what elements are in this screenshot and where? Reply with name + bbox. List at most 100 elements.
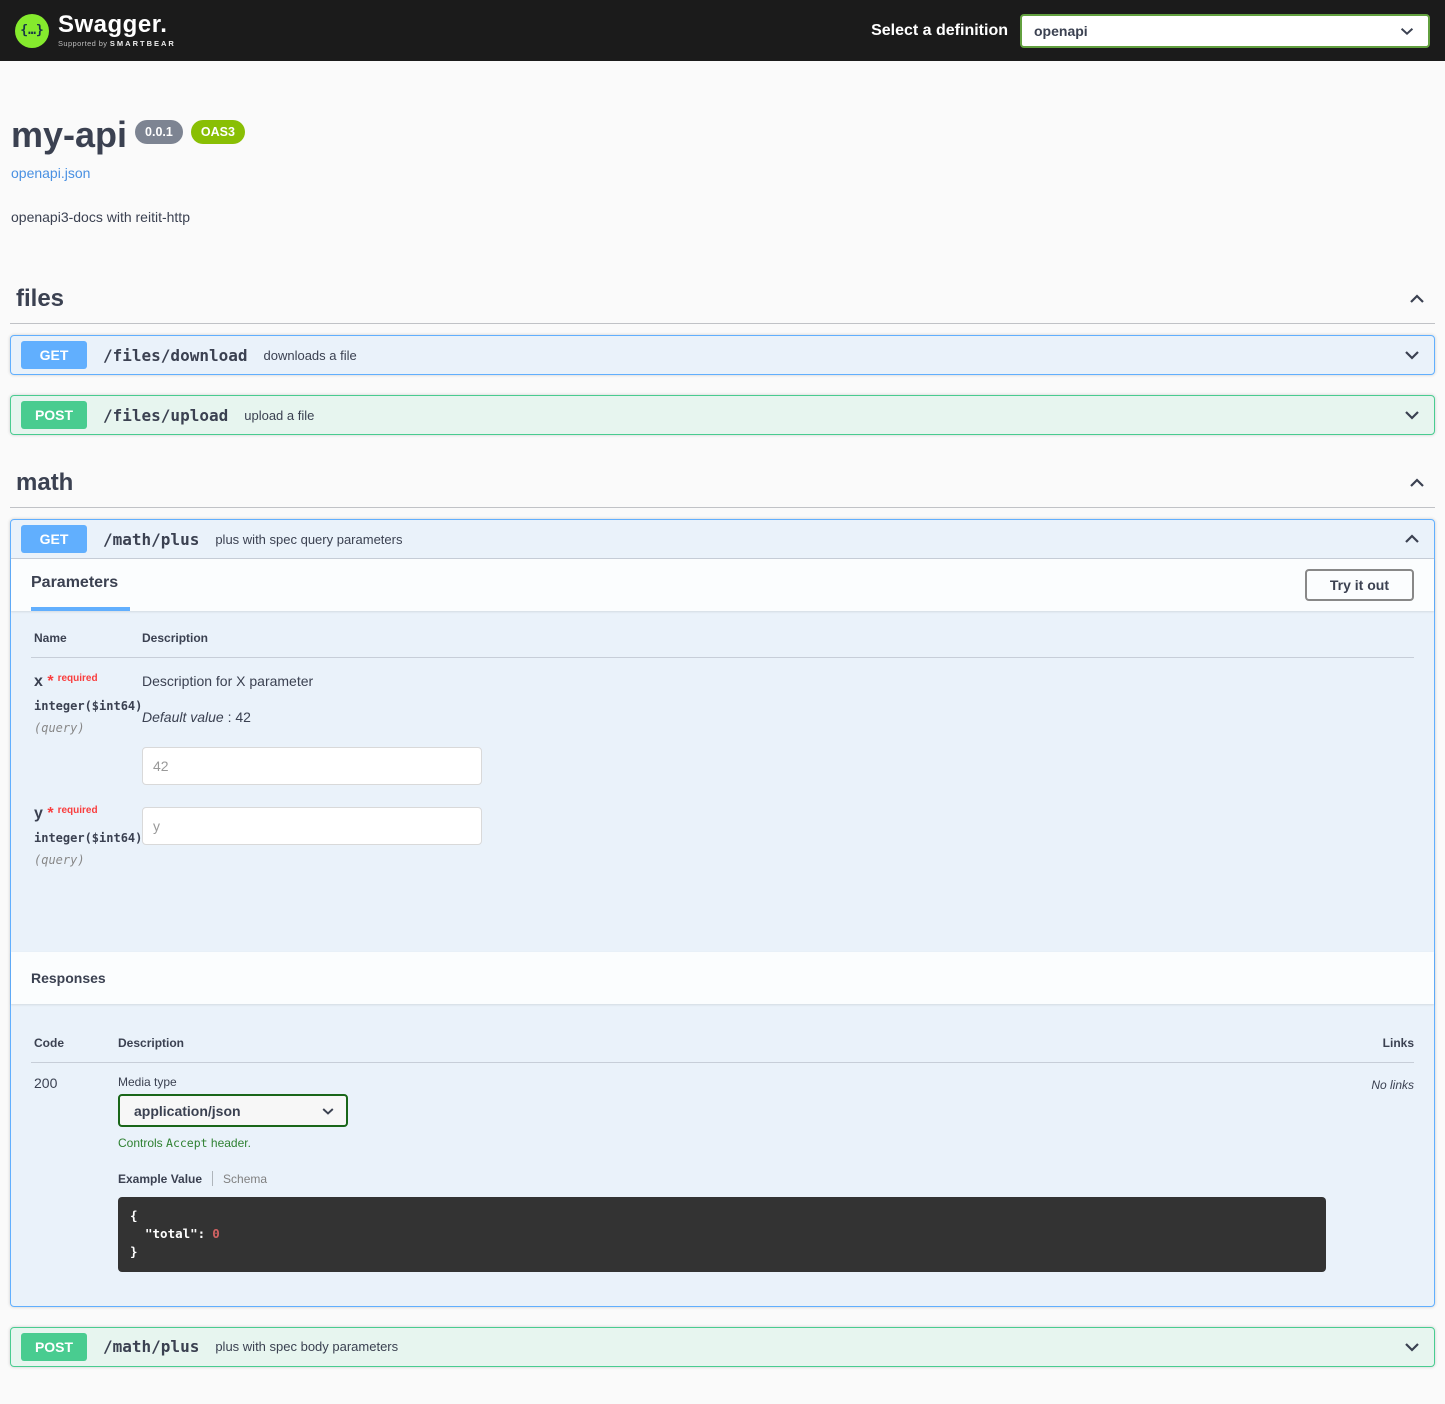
chevron-down-icon xyxy=(1402,345,1422,365)
title-badges: 0.0.1 OAS3 xyxy=(135,120,245,144)
tab-parameters[interactable]: Parameters xyxy=(31,559,130,611)
chevron-down-icon xyxy=(320,1103,336,1119)
chevron-up-icon xyxy=(1402,529,1422,549)
description-column-header: Description xyxy=(118,1036,1326,1050)
required-label: required xyxy=(58,673,98,684)
response-description-cell: Media type application/json Controls Acc… xyxy=(118,1075,1326,1271)
supported-by-label: Supported by xyxy=(58,39,110,48)
accept-msg-code: Accept xyxy=(166,1136,208,1150)
links-column-header: Links xyxy=(1326,1036,1414,1050)
opblock-get-files-download: GET /files/download downloads a file xyxy=(10,335,1435,375)
default-value: : 42 xyxy=(228,709,251,725)
expand-operation-button[interactable] xyxy=(1400,343,1424,367)
op-summary-post-files-upload[interactable]: POST /files/upload upload a file xyxy=(11,396,1434,434)
swagger-logo-icon: {…} xyxy=(15,14,49,48)
collapse-operation-button[interactable] xyxy=(1400,527,1424,551)
api-info: my-api 0.0.1 OAS3 openapi.json openapi3-… xyxy=(10,113,1435,225)
brand-supported-by: Supported by SMARTBEAR xyxy=(58,40,176,48)
op-summary-text: downloads a file xyxy=(264,348,1391,363)
param-default-line: Default value : 42 xyxy=(142,709,1414,725)
op-summary-text: plus with spec query parameters xyxy=(215,532,1390,547)
response-code: 200 xyxy=(34,1075,118,1271)
chevron-down-icon xyxy=(1402,1337,1422,1357)
swagger-brand[interactable]: {…} Swagger. Supported by SMARTBEAR xyxy=(15,13,176,48)
default-value-label: Default value xyxy=(142,709,224,725)
param-x-input[interactable] xyxy=(142,747,482,785)
chevron-down-icon xyxy=(1402,405,1422,425)
param-name-cell: x *required integer($int64) (query) xyxy=(34,673,142,785)
select-definition-label: Select a definition xyxy=(871,22,1008,40)
param-name-text: y xyxy=(34,805,43,822)
param-location: (query) xyxy=(34,721,142,735)
method-badge: POST xyxy=(21,1333,87,1361)
op-summary-get-math-plus[interactable]: GET /math/plus plus with spec query para… xyxy=(11,520,1434,559)
page-title: my-api xyxy=(11,113,127,156)
method-badge: GET xyxy=(21,341,87,369)
collapse-section-button[interactable] xyxy=(1405,287,1429,311)
param-row-y: y *required integer($int64) (query) xyxy=(31,790,1414,872)
model-example-tabs: Example Value Schema xyxy=(118,1171,1326,1186)
param-description-cell xyxy=(142,805,1414,867)
description-column-header: Description xyxy=(142,631,208,645)
tag-section-math[interactable]: math xyxy=(10,463,1435,508)
topbar: {…} Swagger. Supported by SMARTBEAR Sele… xyxy=(0,0,1445,61)
op-summary-post-math-plus[interactable]: POST /math/plus plus with spec body para… xyxy=(11,1328,1434,1366)
accept-msg-text: Controls xyxy=(118,1136,166,1150)
tab-example-value[interactable]: Example Value xyxy=(118,1172,202,1186)
param-description-cell: Description for X parameter Default valu… xyxy=(142,673,1414,785)
json-line: } xyxy=(130,1243,1314,1261)
definition-select-value: openapi xyxy=(1034,23,1088,39)
required-asterisk: * xyxy=(47,673,53,690)
required-asterisk: * xyxy=(47,805,53,822)
accept-header-message: Controls Accept header. xyxy=(118,1136,1326,1150)
tab-schema[interactable]: Schema xyxy=(223,1172,267,1186)
media-type-value: application/json xyxy=(134,1103,241,1119)
responses-header-band: Responses xyxy=(11,952,1434,1004)
json-brace: } xyxy=(130,1244,138,1259)
smartbear-label: SMARTBEAR xyxy=(110,39,176,48)
response-links: No links xyxy=(1326,1075,1414,1271)
responses-heading: Responses xyxy=(31,970,106,986)
opblock-get-math-plus: GET /math/plus plus with spec query para… xyxy=(10,519,1435,1306)
oas3-badge: OAS3 xyxy=(191,120,245,144)
api-description: openapi3-docs with reitit-http xyxy=(11,209,1435,225)
try-it-out-button[interactable]: Try it out xyxy=(1305,569,1414,601)
op-path: /files/download xyxy=(97,346,254,365)
op-path: /files/upload xyxy=(97,406,234,425)
parameters-table-header: Name Description xyxy=(31,631,1414,658)
method-badge: GET xyxy=(21,525,87,553)
collapse-section-button[interactable] xyxy=(1405,471,1429,495)
expand-operation-button[interactable] xyxy=(1400,403,1424,427)
accept-msg-text: header. xyxy=(208,1136,251,1150)
op-path: /math/plus xyxy=(97,530,205,549)
brand-name: Swagger. xyxy=(58,13,176,37)
json-brace: { xyxy=(130,1208,138,1223)
param-name: x *required xyxy=(34,673,142,691)
param-location: (query) xyxy=(34,853,142,867)
topbar-right: Select a definition openapi xyxy=(871,14,1430,48)
required-label: required xyxy=(58,805,98,816)
code-column-header: Code xyxy=(34,1036,118,1050)
param-y-input[interactable] xyxy=(142,807,482,845)
media-type-label: Media type xyxy=(118,1075,1326,1089)
definition-select[interactable]: openapi xyxy=(1020,14,1430,48)
version-badge: 0.0.1 xyxy=(135,120,183,144)
op-summary-get-files-download[interactable]: GET /files/download downloads a file xyxy=(11,336,1434,374)
opblock-post-math-plus: POST /math/plus plus with spec body para… xyxy=(10,1327,1435,1367)
param-name: y * required xyxy=(34,805,142,823)
spec-url-link[interactable]: openapi.json xyxy=(11,165,90,181)
api-title-row: my-api 0.0.1 OAS3 xyxy=(11,113,1435,156)
param-name-cell: y *required integer($int64) (query) xyxy=(34,805,142,867)
expand-operation-button[interactable] xyxy=(1400,1335,1424,1359)
json-key: "total": xyxy=(145,1226,205,1241)
media-type-select[interactable]: application/json xyxy=(118,1094,348,1127)
param-type: integer($int64) xyxy=(34,699,142,713)
param-description: Description for X parameter xyxy=(142,673,1414,689)
json-line: "total":0 xyxy=(130,1225,1314,1243)
tag-section-files[interactable]: files xyxy=(10,279,1435,324)
brand-text: Swagger. Supported by SMARTBEAR xyxy=(58,13,176,48)
parameters-header-band: Parameters Try it out xyxy=(11,559,1434,611)
method-badge: POST xyxy=(21,401,87,429)
responses-table-header: Code Description Links xyxy=(31,1024,1414,1063)
chevron-up-icon xyxy=(1407,473,1427,493)
